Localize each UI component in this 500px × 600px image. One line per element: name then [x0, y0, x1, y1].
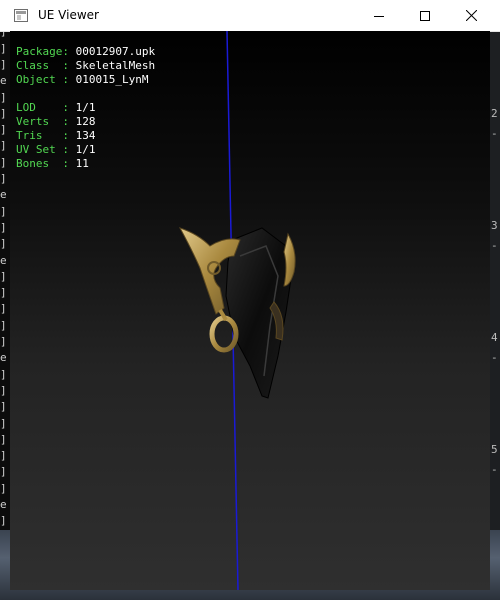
info-row-class: Class : SkeletalMesh — [16, 59, 156, 72]
info-row-verts: Verts : 128 — [16, 115, 96, 128]
minimize-icon — [374, 15, 384, 17]
3d-viewport[interactable]: Package: 00012907.upk Class : SkeletalMe… — [10, 31, 490, 590]
mesh-info-panel: Package: 00012907.upk Class : SkeletalMe… — [16, 45, 155, 171]
info-row-object: Object : 010015_LynM — [16, 73, 149, 86]
skeletal-mesh-render — [178, 227, 296, 399]
info-row-lod: LOD : 1/1 — [16, 101, 96, 114]
info-row-package: Package: 00012907.upk — [16, 45, 156, 58]
close-button[interactable] — [448, 0, 494, 31]
maximize-button[interactable] — [402, 0, 448, 31]
maximize-icon — [420, 10, 430, 21]
close-icon — [465, 10, 477, 21]
info-row-bones: Bones : 11 — [16, 157, 89, 170]
window-title: UE Viewer — [38, 8, 99, 22]
ue-viewer-window: UE Viewer Package: 00012907.upk Class : … — [0, 0, 500, 600]
title-bar[interactable]: UE Viewer — [0, 0, 500, 32]
info-row-uv-set: UV Set : 1/1 — [16, 143, 96, 156]
info-row-tris: Tris : 134 — [16, 129, 96, 142]
minimize-button[interactable] — [356, 0, 402, 31]
app-window-icon — [14, 9, 28, 22]
